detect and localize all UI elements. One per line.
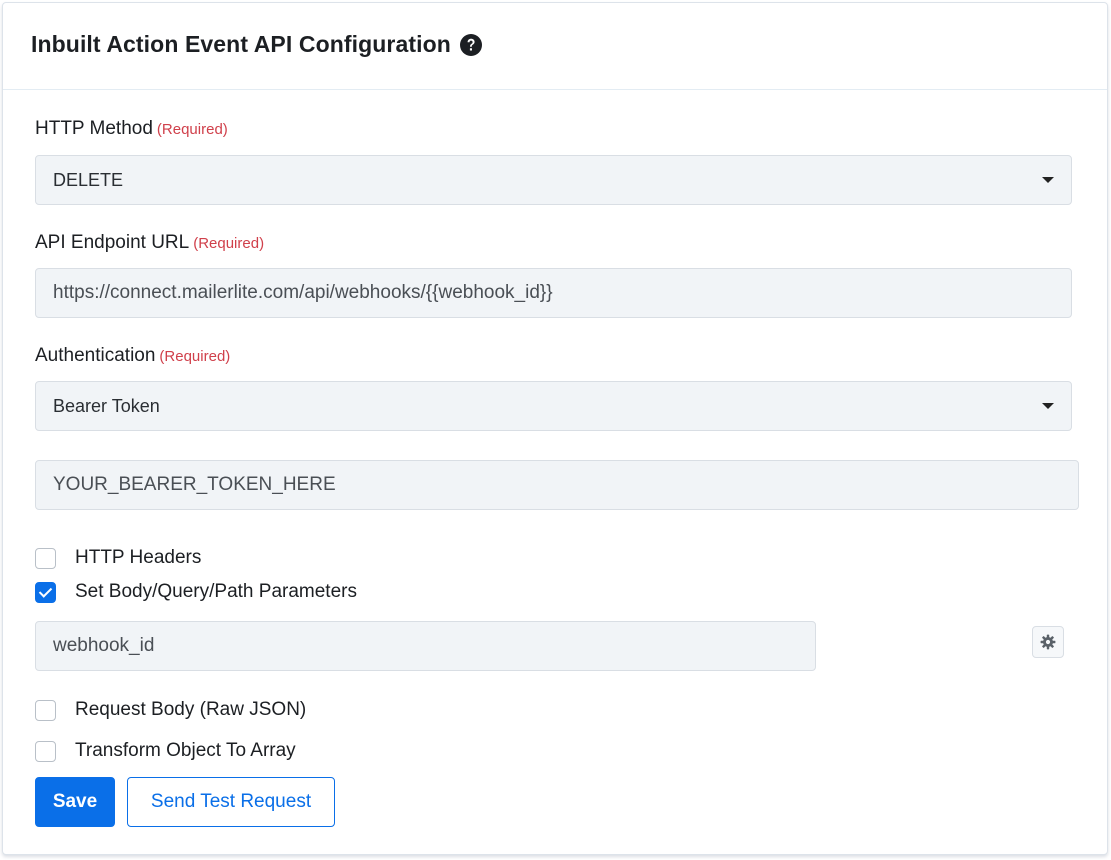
card-header: Inbuilt Action Event API Configuration [3,3,1107,90]
http-headers-checkbox[interactable] [35,547,56,569]
parameter-settings-button[interactable] [1032,626,1064,658]
http-method-label: HTTP Method (Required) [35,118,228,140]
required-indicator: (Required) [159,348,231,365]
http-method-select[interactable]: DELETE [35,155,1072,205]
authentication-label: Authentication (Required) [35,345,230,367]
set-params-label: Set Body/Query/Path Parameters [75,581,357,602]
authentication-value: Bearer Token [53,395,160,416]
page-title-text: Inbuilt Action Event API Configuration [31,31,451,57]
authentication-select[interactable]: Bearer Token [35,381,1072,431]
endpoint-label: API Endpoint URL (Required) [35,232,264,254]
request-body-label: Request Body (Raw JSON) [75,699,307,720]
send-test-request-button[interactable]: Send Test Request [127,777,335,827]
caret-down-icon [1042,403,1054,409]
http-method-label-text: HTTP Method [35,118,153,139]
bearer-token-input[interactable]: YOUR_BEARER_TOKEN_HERE [35,460,1079,510]
transform-label: Transform Object To Array [75,740,296,761]
request-body-option[interactable]: Request Body (Raw JSON) [35,699,306,721]
parameter-input[interactable]: webhook_id [35,621,816,671]
gear-icon [1040,634,1056,650]
page-title: Inbuilt Action Event API Configuration [31,31,483,58]
required-indicator: (Required) [156,121,228,138]
endpoint-url-value: https://connect.mailerlite.com/api/webho… [53,282,553,303]
transform-option[interactable]: Transform Object To Array [35,740,296,762]
http-headers-option[interactable]: HTTP Headers [35,547,201,569]
parameter-value: webhook_id [53,635,155,656]
http-headers-label: HTTP Headers [75,547,202,568]
transform-checkbox[interactable] [35,740,56,762]
save-button[interactable]: Save [35,777,115,827]
endpoint-url-input[interactable]: https://connect.mailerlite.com/api/webho… [35,268,1072,318]
http-method-value: DELETE [53,169,124,190]
set-params-option[interactable]: Set Body/Query/Path Parameters [35,581,357,603]
endpoint-label-text: API Endpoint URL [35,232,190,253]
bearer-token-value: YOUR_BEARER_TOKEN_HERE [53,474,336,495]
request-body-checkbox[interactable] [35,699,56,721]
authentication-label-text: Authentication [35,345,156,366]
question-circle-icon[interactable] [459,33,483,57]
required-indicator: (Required) [193,235,265,252]
caret-down-icon [1042,177,1054,183]
set-params-checkbox[interactable] [35,581,56,603]
